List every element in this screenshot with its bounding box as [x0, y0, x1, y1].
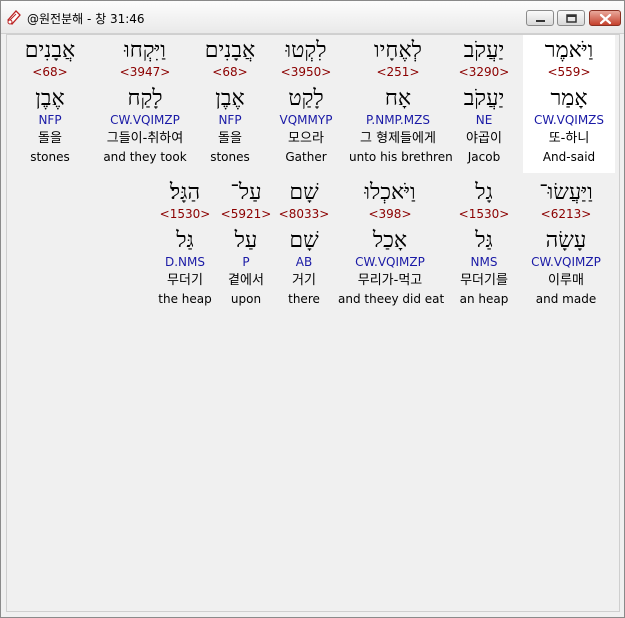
- korean-gloss: 무더기를: [460, 273, 508, 288]
- morph-code: P.NMP.MZS: [366, 113, 430, 127]
- english-gloss: and made: [535, 292, 597, 306]
- hebrew-word[interactable]: אֲבָנִים: [184, 37, 276, 65]
- lemma: אָכַל: [372, 228, 408, 253]
- lemma: יַעֲקֹב: [463, 86, 505, 111]
- lemma: לָקַח: [127, 86, 163, 111]
- lemma: אֶבֶן: [35, 86, 65, 111]
- close-button[interactable]: [589, 10, 621, 26]
- word-cell[interactable]: אֲבָנִים <68> אֶבֶן NFP 돌을 stones: [7, 35, 93, 173]
- morph-code: P: [242, 255, 250, 269]
- english-gloss: unto his brethren: [349, 150, 453, 164]
- korean-gloss: 무리가-먹고: [357, 273, 423, 288]
- korean-gloss: 돌을: [218, 131, 242, 146]
- strong-number[interactable]: <3290>: [438, 65, 530, 79]
- morph-code: CW.VQIMZP: [110, 113, 180, 127]
- strong-number[interactable]: <398>: [338, 207, 442, 221]
- hebrew-word[interactable]: הַגָּל׃: [149, 179, 221, 207]
- lemma: גַּל: [176, 228, 194, 253]
- lemma: עַל: [234, 228, 258, 253]
- hebrew-word[interactable]: אֲבָנִים: [7, 37, 93, 65]
- interlinear-panel: וַיֹּאמֶר <559> אָמַר CW.VQIMZS 또-하니 And…: [6, 34, 620, 612]
- maximize-button[interactable]: [557, 10, 585, 26]
- korean-gloss: 야곱이: [466, 131, 502, 146]
- word-cell[interactable]: עַל־ <5921> עַל P 곁에서 upon: [211, 177, 281, 315]
- korean-gloss: 그들이-취하여: [106, 131, 184, 146]
- minimize-icon: [536, 20, 545, 22]
- word-cell[interactable]: גָל <1530> גַּל NMS 무더기를 an heap: [438, 177, 530, 315]
- word-cell[interactable]: וַיַּעֲשׂוּ־ <6213> עָשָׂה CW.VQIMZP 이루매…: [520, 177, 612, 315]
- strong-number[interactable]: <1530>: [438, 207, 530, 221]
- korean-gloss: 그 형제들에게: [360, 131, 436, 146]
- morph-code: NMS: [470, 255, 498, 269]
- hebrew-word[interactable]: וַיַּעֲשׂוּ־: [520, 179, 612, 207]
- korean-gloss: 곁에서: [228, 273, 264, 288]
- morph-code: CW.VQIMZP: [531, 255, 601, 269]
- strong-number[interactable]: <559>: [523, 65, 615, 79]
- lemma: אָמַר: [550, 86, 588, 111]
- english-gloss: And-said: [542, 150, 596, 164]
- minimize-button[interactable]: [526, 10, 554, 26]
- english-gloss: upon: [230, 292, 262, 306]
- strong-number[interactable]: <6213>: [520, 207, 612, 221]
- strong-number[interactable]: <251>: [349, 65, 447, 79]
- app-window: @원전분해 - 창 31:46 וַיֹּאמֶר <559> אָמַר CW…: [0, 0, 625, 618]
- lemma: גַּל: [475, 228, 493, 253]
- strong-number[interactable]: <68>: [7, 65, 93, 79]
- morph-code: CW.VQIMZP: [355, 255, 425, 269]
- title-bar[interactable]: @원전분해 - 창 31:46: [1, 1, 624, 34]
- hebrew-word[interactable]: עַל־: [211, 179, 281, 207]
- morph-code: D.NMS: [164, 255, 205, 269]
- hebrew-word[interactable]: לְאֶחָיו: [349, 37, 447, 65]
- hebrew-word[interactable]: וַיֹּאמֶר: [523, 37, 615, 65]
- morph-code: CW.VQIMZS: [533, 113, 605, 127]
- lemma: אֶבֶן: [215, 86, 245, 111]
- strong-number[interactable]: <68>: [184, 65, 276, 79]
- hebrew-word[interactable]: וַיֹּאכְלוּ: [338, 179, 442, 207]
- word-cell[interactable]: וַיִּקְחוּ <3947> לָקַח CW.VQIMZP 그들이-취하…: [95, 35, 195, 173]
- korean-gloss: 이루매: [548, 273, 584, 288]
- hebrew-word[interactable]: יַעֲקֹב: [438, 37, 530, 65]
- word-cell[interactable]: וַיֹּאכְלוּ <398> אָכַל CW.VQIMZP 무리가-먹고…: [338, 177, 445, 315]
- morph-code: NE: [475, 113, 493, 127]
- close-icon: [599, 13, 612, 25]
- korean-gloss: 돌을: [38, 131, 62, 146]
- english-gloss: stones: [30, 150, 70, 164]
- english-gloss: an heap: [459, 292, 509, 306]
- hebrew-word[interactable]: וַיִּקְחוּ: [95, 37, 195, 65]
- word-cell[interactable]: אֲבָנִים <68> אֶבֶן NFP 돌을 stones: [184, 35, 276, 173]
- english-gloss: and theey did eat: [338, 292, 445, 306]
- scroll-book-icon[interactable]: [6, 9, 22, 25]
- window-title: @원전분해 - 창 31:46: [27, 12, 145, 26]
- morph-code: NFP: [38, 113, 62, 127]
- morph-code: NFP: [218, 113, 242, 127]
- english-gloss: the heap: [158, 292, 212, 306]
- korean-gloss: 무더기: [167, 273, 203, 288]
- strong-number[interactable]: <3947>: [95, 65, 195, 79]
- english-gloss: stones: [210, 150, 250, 164]
- word-cell[interactable]: הַגָּל׃ <1530> גַּל D.NMS 무더기 the heap: [149, 177, 221, 315]
- hebrew-word[interactable]: גָל: [438, 179, 530, 207]
- maximize-icon: [566, 14, 577, 23]
- word-cell[interactable]: וַיֹּאמֶר <559> אָמַר CW.VQIMZS 또-하니 And…: [523, 35, 615, 173]
- strong-number[interactable]: <1530>: [149, 207, 221, 221]
- lemma: עָשָׂה: [545, 228, 587, 253]
- strong-number[interactable]: <5921>: [211, 207, 281, 221]
- korean-gloss: 또-하니: [548, 131, 590, 146]
- lemma: אָח: [384, 86, 412, 111]
- word-cell[interactable]: לְאֶחָיו <251> אָח P.NMP.MZS 그 형제들에게 unt…: [349, 35, 453, 173]
- english-gloss: and they took: [103, 150, 187, 164]
